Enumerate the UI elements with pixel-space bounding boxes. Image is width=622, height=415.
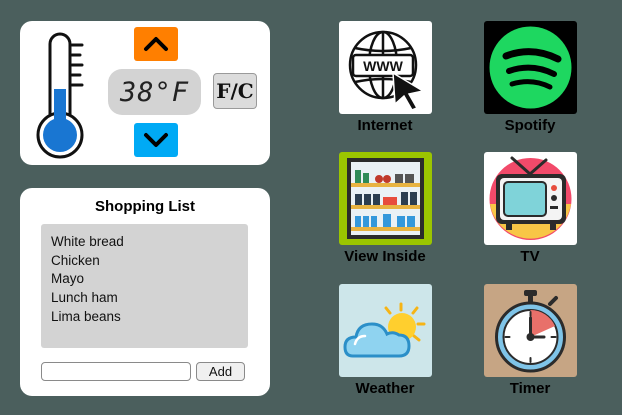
shopping-list-box[interactable]: White bread Chicken Mayo Lunch ham Lima … xyxy=(41,224,248,348)
add-item-button[interactable]: Add xyxy=(196,362,245,381)
app-label: View Inside xyxy=(344,248,426,265)
list-item[interactable]: White bread xyxy=(51,233,238,252)
chevron-up-icon xyxy=(144,37,168,51)
stopwatch-icon xyxy=(483,284,577,377)
list-item[interactable]: Chicken xyxy=(51,252,238,271)
temperature-down-button[interactable] xyxy=(134,123,178,157)
app-internet[interactable]: WWW Internet xyxy=(325,21,445,134)
tv-icon xyxy=(483,152,577,245)
app-timer[interactable]: Timer xyxy=(470,284,590,397)
unit-toggle-button[interactable]: F/C xyxy=(213,73,257,109)
app-label: Internet xyxy=(357,117,413,134)
list-item[interactable]: Lima beans xyxy=(51,308,238,327)
app-label: TV xyxy=(520,248,540,265)
www-globe-icon: WWW xyxy=(338,21,432,114)
chevron-down-icon xyxy=(144,133,168,147)
list-item[interactable]: Lunch ham xyxy=(51,289,238,308)
svg-text:WWW: WWW xyxy=(363,58,403,74)
weather-icon xyxy=(338,284,432,377)
thermometer-icon xyxy=(36,32,84,159)
app-weather[interactable]: Weather xyxy=(325,284,445,397)
spotify-icon xyxy=(483,21,577,114)
app-label: Spotify xyxy=(504,117,556,134)
fridge-shelves-icon xyxy=(338,152,432,245)
app-tv[interactable]: TV xyxy=(470,152,590,265)
list-item[interactable]: Mayo xyxy=(51,270,238,289)
app-spotify[interactable]: Spotify xyxy=(470,21,590,134)
thermostat-panel: 38°F F/C xyxy=(20,21,270,165)
app-label: Timer xyxy=(509,380,551,397)
shopping-list-panel: Shopping List White bread Chicken Mayo L… xyxy=(20,188,270,396)
temperature-display: 38°F xyxy=(108,69,201,115)
new-item-input[interactable] xyxy=(41,362,191,381)
app-view-inside[interactable]: View Inside xyxy=(325,152,445,265)
shopping-list-title: Shopping List xyxy=(95,198,195,215)
temperature-up-button[interactable] xyxy=(134,27,178,61)
app-label: Weather xyxy=(355,380,415,397)
